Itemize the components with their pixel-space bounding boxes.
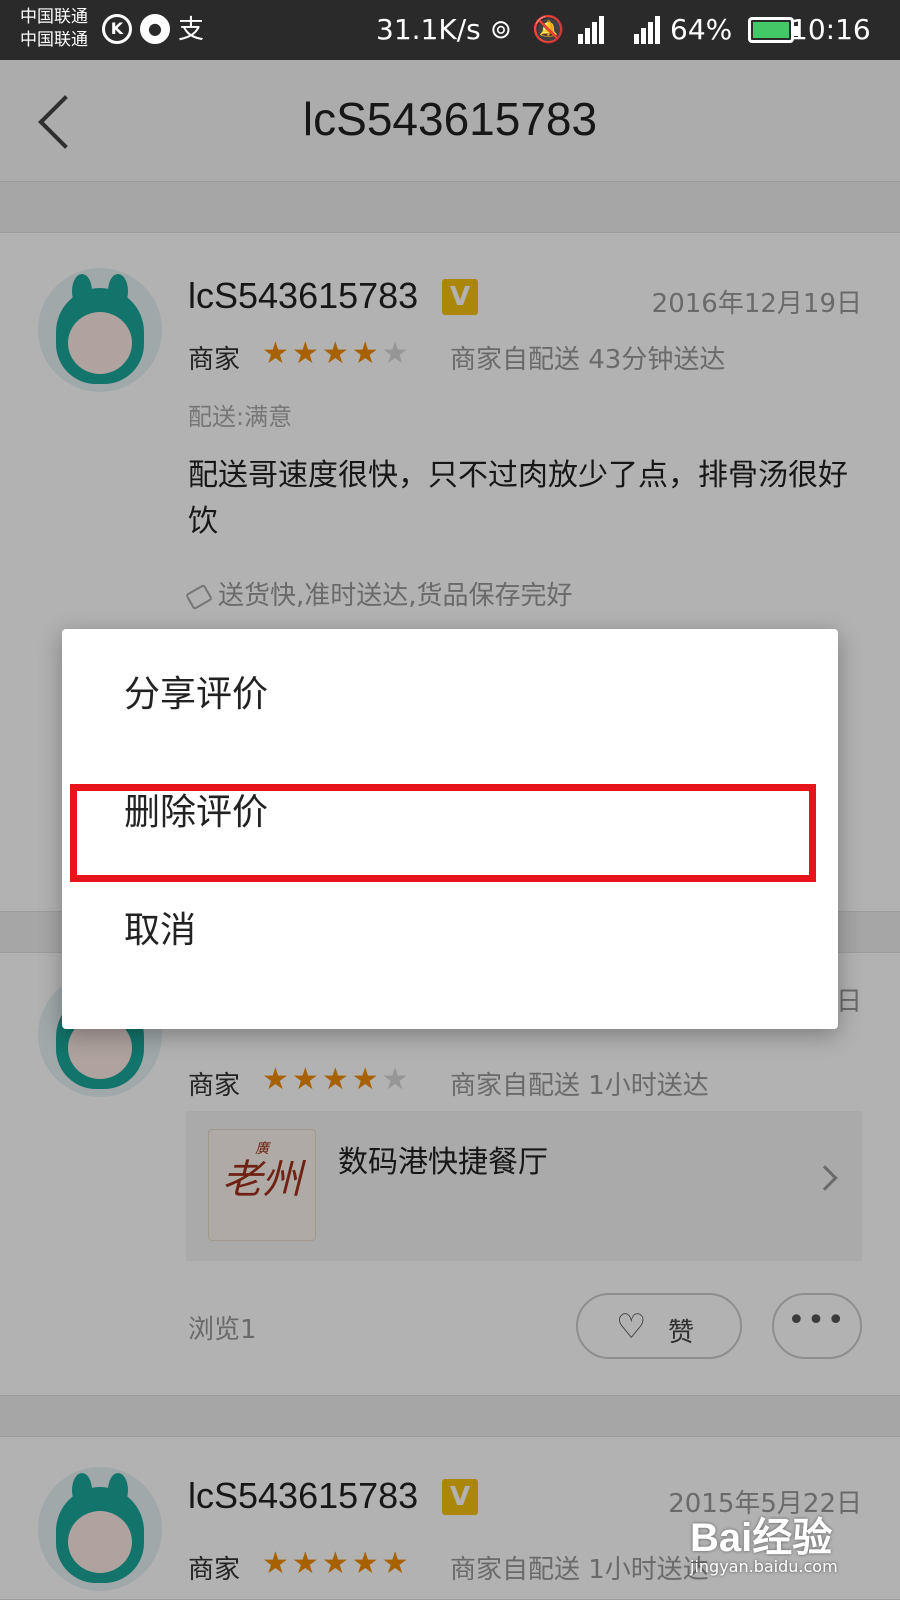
battery-percent: 64% xyxy=(670,13,733,46)
battery-icon xyxy=(748,17,799,43)
watermark-url: jingyan.baidu.com xyxy=(690,1557,838,1576)
highlight-box xyxy=(70,784,816,882)
network-speed: 31.1K/s xyxy=(376,13,481,46)
k-app-icon: K xyxy=(102,14,132,44)
cancel-option[interactable]: 取消 xyxy=(62,865,838,983)
share-review-label: 分享评价 xyxy=(124,674,269,715)
status-bar: 中国联通 中国联通 K ● 支 31.1K/s ⊚ 🔕 64% 10:16 xyxy=(0,0,900,60)
share-review-option[interactable]: 分享评价 xyxy=(62,629,838,747)
carrier-names: 中国联通 中国联通 xyxy=(20,6,88,52)
alipay-icon: 支 xyxy=(178,15,205,45)
hotspot-icon: ⊚ xyxy=(490,15,512,45)
globe-icon: ● xyxy=(140,14,170,44)
clock: 10:16 xyxy=(790,13,871,46)
mute-icon: 🔕 xyxy=(532,15,565,45)
signal-2g-icon xyxy=(628,14,662,44)
carrier-2: 中国联通 xyxy=(20,30,88,50)
signal-4g-icon xyxy=(572,14,606,44)
carrier-1: 中国联通 xyxy=(20,7,88,27)
cancel-label: 取消 xyxy=(124,910,197,951)
watermark: Bai经验 jingyan.baidu.com xyxy=(690,1505,890,1585)
baidu-jingyan-logo: Bai经验 xyxy=(690,1516,833,1560)
